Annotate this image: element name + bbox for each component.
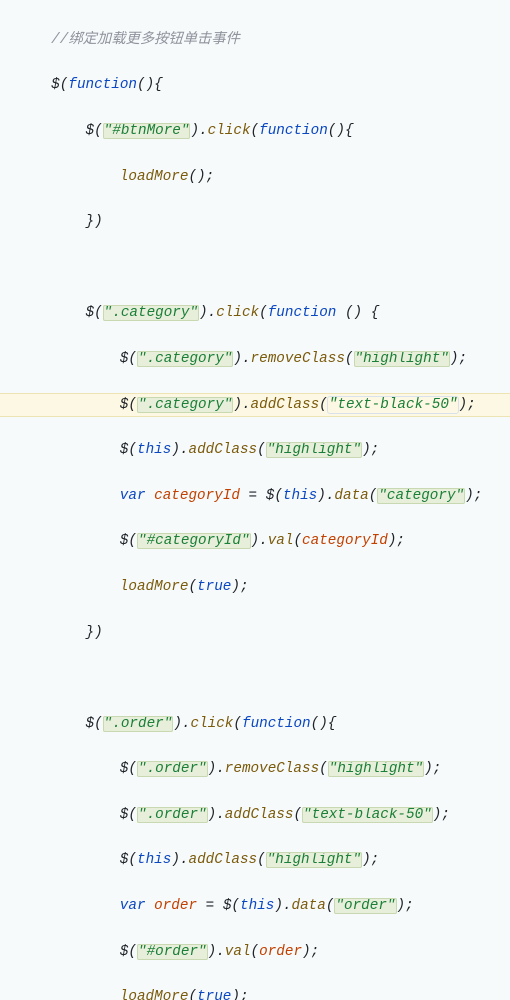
code-line: $("#btnMore").click(function(){ <box>0 120 510 143</box>
code-line: //绑定加载更多按钮单击事件 <box>0 29 510 52</box>
code-line: }) <box>0 211 510 234</box>
code-editor[interactable]: //绑定加载更多按钮单击事件 $(function(){ $("#btnMore… <box>0 0 510 1000</box>
code-line-active: $(".category").addClass("text-black-50")… <box>0 393 510 418</box>
code-line: $(".order").addClass("text-black-50"); <box>0 804 510 827</box>
string-with-cursor: "text-black-50" <box>328 397 459 413</box>
code-line: $(".order").removeClass("highlight"); <box>0 758 510 781</box>
code-line <box>0 257 510 280</box>
code-line: loadMore(); <box>0 166 510 189</box>
code-line: $("#categoryId").val(categoryId); <box>0 530 510 553</box>
code-line: }) <box>0 622 510 645</box>
code-line: $(".order").click(function(){ <box>0 713 510 736</box>
code-line: loadMore(true); <box>0 576 510 599</box>
code-line: $("#order").val(order); <box>0 941 510 964</box>
code-line: $(this).addClass("highlight"); <box>0 849 510 872</box>
code-line <box>0 667 510 690</box>
code-line: var order = $(this).data("order"); <box>0 895 510 918</box>
code-line: var categoryId = $(this).data("category"… <box>0 485 510 508</box>
code-line: $(".category").removeClass("highlight"); <box>0 348 510 371</box>
code-line: $(this).addClass("highlight"); <box>0 439 510 462</box>
code-line: $(".category").click(function () { <box>0 302 510 325</box>
code-line: $(function(){ <box>0 74 510 97</box>
code-line: loadMore(true); <box>0 986 510 1000</box>
comment: //绑定加载更多按钮单击事件 <box>51 32 240 48</box>
